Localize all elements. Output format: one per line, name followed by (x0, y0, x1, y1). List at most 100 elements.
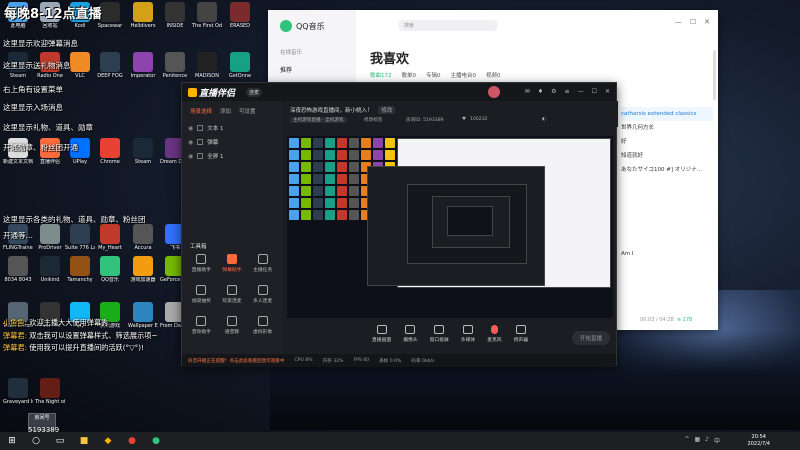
maximize-icon[interactable]: ☐ (592, 88, 597, 95)
minimize-icon[interactable]: — (675, 18, 682, 26)
qq-song-row[interactable] (621, 205, 713, 219)
eye-icon[interactable]: ◉ (188, 125, 193, 132)
qq-tab[interactable]: 视频0 (486, 71, 501, 79)
edit-tag-link[interactable]: 修改标签 (364, 117, 382, 123)
start-icon[interactable]: ⊞ (5, 434, 19, 448)
taskview-icon[interactable]: ▭ (53, 434, 67, 448)
toolbox-tool[interactable]: 语音聊 (217, 316, 248, 335)
qq-tab[interactable]: 歌单0 (402, 71, 417, 79)
qq-song-row[interactable]: catharsis extended classics (621, 107, 713, 121)
qq-song-row[interactable]: 好 (621, 135, 713, 149)
source-button[interactable]: 扬声器 (514, 325, 528, 351)
desktop-icon[interactable]: Graveyard Incident (3, 378, 33, 405)
desktop-icon[interactable]: Unikind (35, 256, 65, 283)
message-icon[interactable]: ✉ (525, 88, 530, 95)
qq-song-row[interactable]: 世界几何方长 (621, 121, 713, 135)
chevron-up-icon[interactable]: ^ (684, 436, 689, 445)
avatar[interactable] (488, 86, 500, 98)
desktop-icon[interactable]: Imperator (128, 52, 158, 79)
qq-song-row[interactable] (621, 219, 713, 233)
eye-icon[interactable]: ◉ (188, 139, 193, 146)
desktop-icon[interactable]: Accura (128, 224, 158, 251)
start-live-button[interactable]: 开始直播 (571, 331, 610, 345)
volume-icon[interactable]: ♪ (705, 436, 709, 445)
toolbox-tool[interactable]: 多人连麦 (247, 285, 278, 304)
live-studio-pill[interactable]: 连麦 (246, 88, 263, 97)
source-button[interactable]: 摄像头 (403, 325, 418, 351)
desktop-icon[interactable]: Wallpaper Engine (128, 302, 158, 329)
menu-icon[interactable]: ≡ (565, 88, 570, 95)
desktop-icon[interactable]: ProDriver (35, 224, 65, 251)
source-button[interactable]: 麦克风 (487, 325, 502, 351)
desktop-icon[interactable]: ERASED (225, 2, 255, 29)
network-icon[interactable]: ▦ (694, 436, 700, 445)
scene-tab[interactable]: 可设置 (239, 107, 256, 115)
qq-song-row[interactable]: 知道就好 (621, 149, 713, 163)
qq-tab[interactable]: 歌曲172 (370, 71, 392, 79)
toolbox-tool[interactable]: 音效助手 (186, 316, 217, 335)
close-icon[interactable]: ✕ (605, 88, 610, 95)
qq-tab[interactable]: 主播电台0 (451, 71, 477, 79)
qq-music-taskbar-icon[interactable]: ● (149, 434, 163, 448)
lock-icon[interactable] (197, 139, 204, 145)
toolbox-tool[interactable]: 主播任务 (247, 254, 278, 273)
scene-item[interactable]: ◉ 弹幕 (182, 135, 282, 149)
desktop-icon[interactable]: DEEP FOG (95, 52, 125, 79)
qq-search-input[interactable]: 搜索 (398, 20, 498, 31)
maximize-icon[interactable]: ☐ (690, 18, 696, 26)
category-tag[interactable]: 主机游戏直播 - 全机游戏 (290, 117, 347, 123)
qq-tab[interactable]: 专辑0 (426, 71, 441, 79)
scene-tab[interactable]: 场景选择 (190, 107, 212, 115)
desktop-icon[interactable]: The First Odyssey (192, 2, 222, 29)
qq-scrollbar[interactable] (713, 50, 716, 100)
desktop-icon[interactable]: 8034 8043 (3, 256, 33, 283)
minimize-icon[interactable]: — (578, 88, 584, 95)
desktop-icon[interactable]: MADISON (192, 52, 222, 79)
live-preview-canvas[interactable] (287, 136, 613, 318)
qq-song-row[interactable]: Am I (621, 247, 713, 261)
close-icon[interactable]: ✕ (704, 18, 710, 26)
qq-song-row[interactable] (621, 191, 713, 205)
desktop-icon[interactable]: Penitence (160, 52, 190, 79)
desktop-icon[interactable]: INSIDE (160, 2, 190, 29)
ime-icon[interactable]: 中 (714, 436, 720, 445)
search-icon[interactable]: ○ (29, 434, 43, 448)
live-studio-taskbar-icon[interactable]: ◆ (101, 434, 115, 448)
desktop-icon[interactable]: 游戏加速器 (128, 256, 158, 283)
desktop-icon[interactable]: My_Heart (95, 224, 125, 251)
desktop-icon[interactable]: QQ音乐 (95, 256, 125, 283)
clock[interactable]: 20:54 2022/7/4 (748, 434, 770, 448)
qq-song-row[interactable] (621, 233, 713, 247)
toolbox-tool[interactable]: 福袋抽奖 (186, 285, 217, 304)
gift-icon[interactable]: ♦ (538, 88, 543, 95)
desktop-icon[interactable]: The Night of the Souls (35, 378, 65, 405)
desktop-icon[interactable]: Suite 776 Launcher (65, 224, 95, 251)
toolbox-tool[interactable]: 直播助手 (186, 254, 217, 273)
desktop-icon[interactable]: Chrome (95, 138, 125, 165)
playlist-icon[interactable]: ≡ (677, 317, 681, 323)
scene-item[interactable]: ◉ 全屏 1 (182, 149, 282, 163)
lock-icon[interactable] (197, 153, 204, 159)
chrome-icon[interactable]: ● (125, 434, 139, 448)
desktop-icon[interactable]: Helldivers (128, 2, 158, 29)
qq-sidebar-item-recommend[interactable]: 推荐 (280, 65, 292, 74)
toolbox-tool[interactable]: 虚拟形象 (247, 316, 278, 335)
bulb-icon[interactable]: ◐ (542, 117, 546, 122)
live-studio-window[interactable]: 直播伴侣 连麦 ✉ ♦ ⚙ ≡ — ☐ ✕ 场景选择 添加 可设置 ◉ 文本 1 ◉ 弹幕… (181, 82, 618, 367)
source-button[interactable]: 直播画面 (372, 325, 391, 351)
eye-icon[interactable]: ◉ (188, 153, 193, 160)
qq-song-row[interactable]: あなたサイコ100 #] オリジナ… (621, 163, 713, 177)
toolbox-tool[interactable]: 玩家连麦 (217, 285, 248, 304)
toolbox-tool[interactable]: 弹幕助手 (217, 254, 248, 273)
desktop-icon[interactable]: GetOnne (225, 52, 255, 79)
desktop-icon[interactable]: Steam (128, 138, 158, 165)
lock-icon[interactable] (197, 125, 204, 131)
explorer-icon[interactable]: ■ (77, 434, 91, 448)
settings-icon[interactable]: ⚙ (551, 88, 556, 95)
qq-song-row[interactable] (621, 177, 713, 191)
edit-title-button[interactable]: 修改 (378, 106, 396, 114)
desktop-icon[interactable]: Tamanchy (65, 256, 95, 283)
scene-tab[interactable]: 添加 (220, 107, 231, 115)
source-button[interactable]: 多媒体 (461, 325, 475, 351)
source-button[interactable]: 窗口投屏 (430, 325, 449, 351)
